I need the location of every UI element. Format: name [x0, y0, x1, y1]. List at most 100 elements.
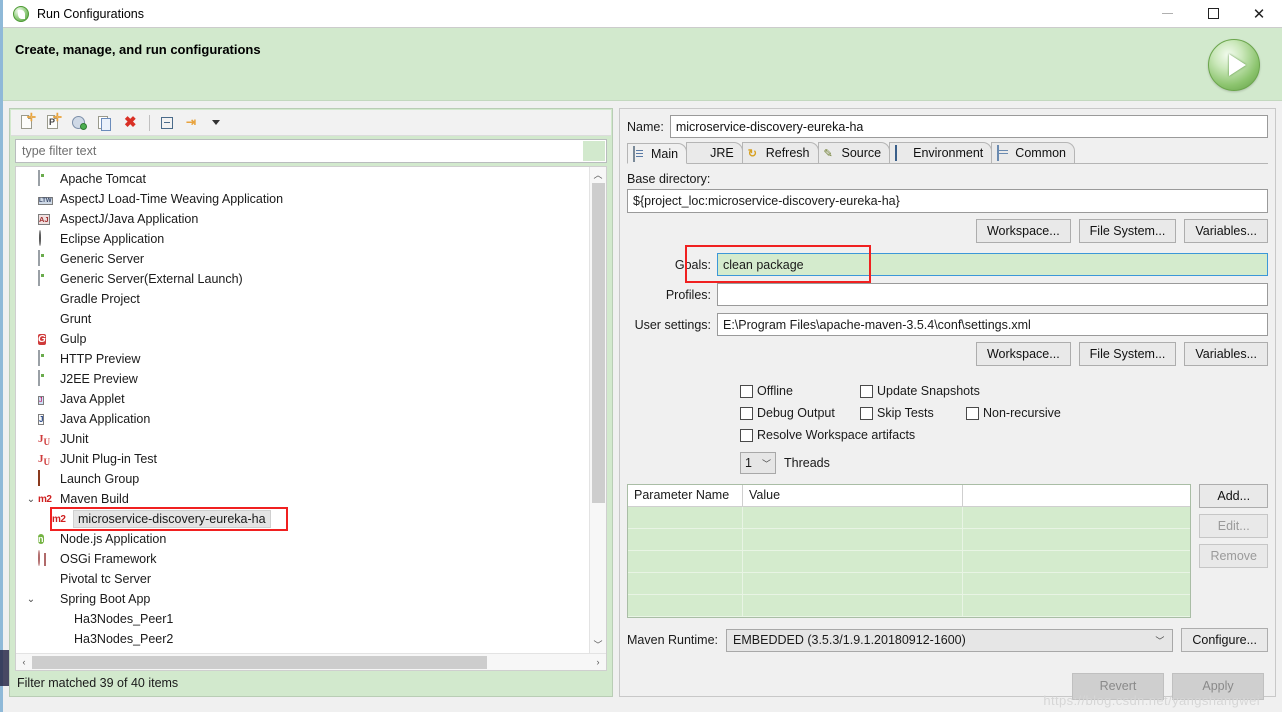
file-system-button[interactable]: File System...: [1078, 219, 1177, 243]
table-row[interactable]: [628, 573, 1191, 595]
jre-tab-icon: [692, 146, 706, 160]
user-settings-input[interactable]: E:\Program Files\apache-maven-3.5.4\conf…: [717, 313, 1268, 336]
tree-item-pivotal-tc-server[interactable]: Pivotal tc Server: [16, 569, 589, 589]
checkbox-resolve-workspace-artifacts[interactable]: Resolve Workspace artifacts: [740, 428, 915, 442]
goals-input[interactable]: clean package: [717, 253, 1268, 276]
configurations-tree[interactable]: Apache Tomcat LTW AspectJ Load-Time Weavin…: [15, 166, 607, 671]
duplicate-icon[interactable]: [95, 113, 115, 133]
table-row[interactable]: [628, 595, 1191, 617]
table-column-header[interactable]: Value: [743, 485, 963, 506]
tab-jre[interactable]: JRE: [686, 142, 743, 163]
add-button[interactable]: Add...: [1199, 484, 1268, 508]
table-cell: [628, 507, 743, 528]
tab-source[interactable]: ✎ Source: [817, 142, 891, 163]
base-directory-input[interactable]: ${project_loc:microservice-discovery-eur…: [627, 189, 1268, 213]
threads-stepper[interactable]: 1 ﹀: [740, 452, 776, 474]
edit-button: Edit...: [1199, 514, 1268, 538]
checkbox-box-icon[interactable]: [740, 428, 753, 442]
parameters-table[interactable]: Parameter Name Value: [627, 484, 1192, 618]
profiles-input[interactable]: [717, 283, 1268, 306]
table-cell: [963, 573, 1190, 594]
table-column-header[interactable]: Parameter Name: [628, 485, 743, 506]
scroll-down-arrow[interactable]: ﹀: [593, 637, 602, 653]
tree-item-java-applet[interactable]: J Java Applet: [16, 389, 589, 409]
tree-item-grunt[interactable]: Grunt: [16, 309, 589, 329]
checkbox-offline[interactable]: Offline: [740, 384, 860, 398]
tree-item-generic-server[interactable]: Generic Server: [16, 249, 589, 269]
ltw-icon: LTW: [38, 197, 53, 205]
tree-item-aspectj-load-time-weaving-application[interactable]: LTW AspectJ Load-Time Weaving Application: [16, 189, 589, 209]
new-configuration-icon[interactable]: ✛: [17, 112, 37, 133]
table-row[interactable]: [628, 551, 1191, 573]
tree-item-j2ee-preview[interactable]: J2EE Preview: [16, 369, 589, 389]
run-icon[interactable]: [1208, 39, 1260, 91]
tree-item-junit-plug-in-test[interactable]: JU JUnit Plug-in Test: [16, 449, 589, 469]
checkbox-debug-output[interactable]: Debug Output: [740, 406, 860, 420]
table-row[interactable]: [628, 529, 1191, 551]
search-input[interactable]: type filter text: [15, 139, 607, 163]
gulp-icon: G: [38, 334, 46, 345]
workspace-button[interactable]: Workspace...: [975, 219, 1071, 243]
tab-environment[interactable]: Environment: [889, 142, 993, 163]
tree-item-http-preview[interactable]: HTTP Preview: [16, 349, 589, 369]
workspace-button[interactable]: Workspace...: [975, 342, 1071, 366]
tree-item-ha3nodes-peer2[interactable]: Ha3Nodes_Peer2: [16, 629, 589, 649]
table-cell: [628, 529, 743, 550]
tree-item-gulp[interactable]: G Gulp: [16, 329, 589, 349]
file-system-button[interactable]: File System...: [1078, 342, 1177, 366]
tree-item-aspectj-java-application[interactable]: AJ AspectJ/Java Application: [16, 209, 589, 229]
tab-common[interactable]: Common: [991, 142, 1076, 163]
checkbox-box-icon[interactable]: [860, 384, 873, 398]
tree-item-generic-server-external-launch[interactable]: Generic Server(External Launch): [16, 269, 589, 289]
checkbox-box-icon[interactable]: [740, 384, 753, 398]
name-input[interactable]: microservice-discovery-eureka-ha: [669, 115, 1268, 138]
tree-item-java-application[interactable]: J Java Application: [16, 409, 589, 429]
minimize-button[interactable]: [1144, 0, 1190, 27]
filter-icon[interactable]: ⇥: [184, 113, 204, 133]
tree-item-maven-build[interactable]: ⌄ m2 Maven Build: [16, 489, 589, 509]
tab-main[interactable]: Main: [627, 143, 688, 164]
tree-item-spring-boot-app[interactable]: ⌄ Spring Boot App: [16, 589, 589, 609]
checkbox-box-icon[interactable]: [966, 406, 979, 420]
tree-item-ha3nodes-peer1[interactable]: Ha3Nodes_Peer1: [16, 609, 589, 629]
tree-item-apache-tomcat[interactable]: Apache Tomcat: [16, 169, 589, 189]
variables-button[interactable]: Variables...: [1184, 219, 1268, 243]
tree-item-junit[interactable]: JU JUnit: [16, 429, 589, 449]
checkbox-box-icon[interactable]: [740, 406, 753, 420]
scroll-up-arrow[interactable]: ︿: [593, 167, 602, 183]
table-column-header[interactable]: [963, 485, 1190, 506]
checkbox-skip-tests[interactable]: Skip Tests: [860, 406, 966, 420]
tree-item-microservice-discovery-eureka-ha[interactable]: m2 microservice-discovery-eureka-ha: [16, 509, 589, 529]
new-prototype-icon[interactable]: P ✛: [43, 112, 63, 133]
chevron-down-icon[interactable]: ﹀: [762, 457, 771, 470]
maven-runtime-select[interactable]: EMBEDDED (3.5.3/1.9.1.20180912-1600) ﹀: [726, 628, 1174, 652]
server-icon: [38, 250, 54, 267]
table-row[interactable]: [628, 507, 1191, 529]
configure-button[interactable]: Configure...: [1181, 628, 1268, 652]
menu-caret-icon[interactable]: [212, 120, 220, 125]
tree-item-osgi-framework[interactable]: OSGi Framework: [16, 549, 589, 569]
chevron-down-icon[interactable]: ⌄: [24, 594, 38, 605]
maximize-button[interactable]: [1190, 0, 1236, 27]
checkbox-update-snapshots[interactable]: Update Snapshots: [860, 384, 980, 398]
close-button[interactable]: ✕: [1236, 0, 1282, 27]
variables-button[interactable]: Variables...: [1184, 342, 1268, 366]
checkbox-non-recursive[interactable]: Non-recursive: [966, 406, 1061, 420]
export-icon[interactable]: [69, 113, 89, 133]
tab-refresh[interactable]: ↻ Refresh: [741, 142, 819, 163]
server-icon: [38, 370, 54, 387]
parameters-area: Parameter Name Value Add... Edit... Remove: [627, 484, 1268, 618]
tree-vertical-scrollbar[interactable]: ︿ ﹀: [589, 167, 606, 653]
tree-item-eclipse-application[interactable]: Eclipse Application: [16, 229, 589, 249]
vertical-scroll-thumb[interactable]: [591, 183, 605, 503]
tree-item-launch-group[interactable]: Launch Group: [16, 469, 589, 489]
tree-item-gradle-project[interactable]: Gradle Project: [16, 289, 589, 309]
collapse-all-icon[interactable]: [158, 113, 178, 133]
chevron-down-icon[interactable]: ﹀: [1155, 634, 1164, 647]
checkbox-label: Debug Output: [757, 406, 835, 420]
tree-item-label: microservice-discovery-eureka-ha: [73, 510, 271, 528]
delete-icon[interactable]: ✖: [121, 113, 141, 133]
checkbox-box-icon[interactable]: [860, 406, 873, 420]
tree-item-node-js-application[interactable]: n Node.js Application: [16, 529, 589, 549]
chevron-down-icon[interactable]: ⌄: [24, 494, 38, 505]
